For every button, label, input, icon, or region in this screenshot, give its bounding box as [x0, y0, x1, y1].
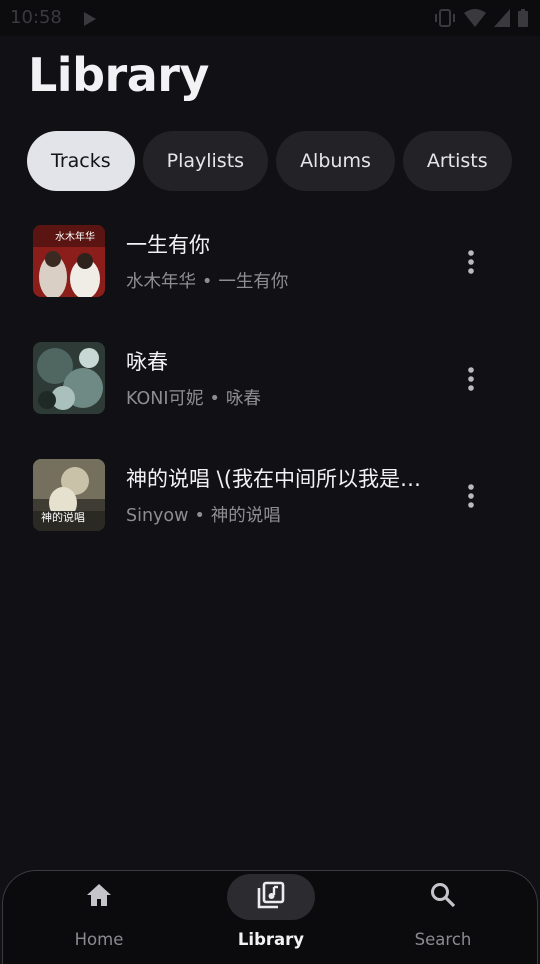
album-cover: [33, 342, 105, 414]
nav-search-label: Search: [414, 930, 472, 949]
chip-playlists[interactable]: Playlists: [142, 131, 269, 191]
cover-text: 神的说唱: [41, 510, 85, 524]
chip-albums[interactable]: Albums: [276, 131, 395, 191]
nav-library[interactable]: Library: [201, 871, 341, 961]
nav-library-pill: [227, 874, 315, 920]
nav-home-label: Home: [74, 930, 124, 949]
more-options-icon[interactable]: [458, 249, 484, 275]
track-artist: 水木年华: [126, 272, 196, 292]
chip-tracks[interactable]: Tracks: [27, 131, 135, 191]
track-row[interactable]: 咏春 KONI可妮 • 咏春: [0, 342, 540, 459]
nav-search[interactable]: Search: [373, 871, 513, 961]
track-title: 一生有你: [126, 233, 210, 257]
track-title: 咏春: [126, 350, 168, 374]
nav-library-label: Library: [237, 930, 305, 949]
battery-icon: [518, 9, 528, 31]
nav-search-pill: [399, 874, 487, 920]
track-album: 一生有你: [218, 272, 289, 292]
search-icon: [430, 882, 456, 912]
status-time: 10:58: [10, 7, 62, 28]
vibrate-icon: [434, 9, 456, 31]
chip-artists[interactable]: Artists: [402, 131, 512, 191]
page-title: Library: [28, 48, 209, 102]
filter-chips: Tracks Playlists Albums Artists: [27, 131, 513, 191]
separator-dot: •: [194, 506, 205, 526]
bottom-navigation: Home Library Search: [2, 870, 538, 964]
wifi-icon: [464, 9, 486, 31]
library-music-icon: [257, 881, 285, 913]
signal-icon: [494, 9, 510, 31]
track-subtitle: 水木年华 • 一生有你: [126, 268, 288, 293]
cover-text: 水木年华: [55, 230, 95, 243]
nav-home[interactable]: Home: [29, 871, 169, 961]
track-title: 神的说唱 \(我在中间所以我是…: [126, 467, 421, 491]
track-album: 咏春: [225, 389, 261, 409]
track-subtitle: Sinyow • 神的说唱: [126, 502, 281, 527]
status-bar: 10:58: [0, 0, 540, 36]
track-album: 神的说唱: [210, 506, 281, 526]
status-icons: [434, 9, 528, 31]
more-options-icon[interactable]: [458, 366, 484, 392]
separator-dot: •: [209, 389, 220, 409]
track-artist: Sinyow: [126, 506, 189, 526]
separator-dot: •: [202, 272, 213, 292]
album-cover: 神的说唱: [33, 459, 105, 531]
more-options-icon[interactable]: [458, 483, 484, 509]
album-cover: 水木年华: [33, 225, 105, 297]
nav-home-pill: [55, 874, 143, 920]
home-icon: [86, 883, 112, 911]
track-row[interactable]: 神的说唱 神的说唱 \(我在中间所以我是… Sinyow • 神的说唱: [0, 459, 540, 576]
track-subtitle: KONI可妮 • 咏春: [126, 385, 261, 410]
track-row[interactable]: 水木年华 一生有你 水木年华 • 一生有你: [0, 225, 540, 342]
track-artist: KONI可妮: [126, 389, 204, 409]
track-list: 水木年华 一生有你 水木年华 • 一生有你 咏春 KONI可妮 • 咏春 神的说…: [0, 225, 540, 576]
play-status-icon: [84, 11, 96, 30]
